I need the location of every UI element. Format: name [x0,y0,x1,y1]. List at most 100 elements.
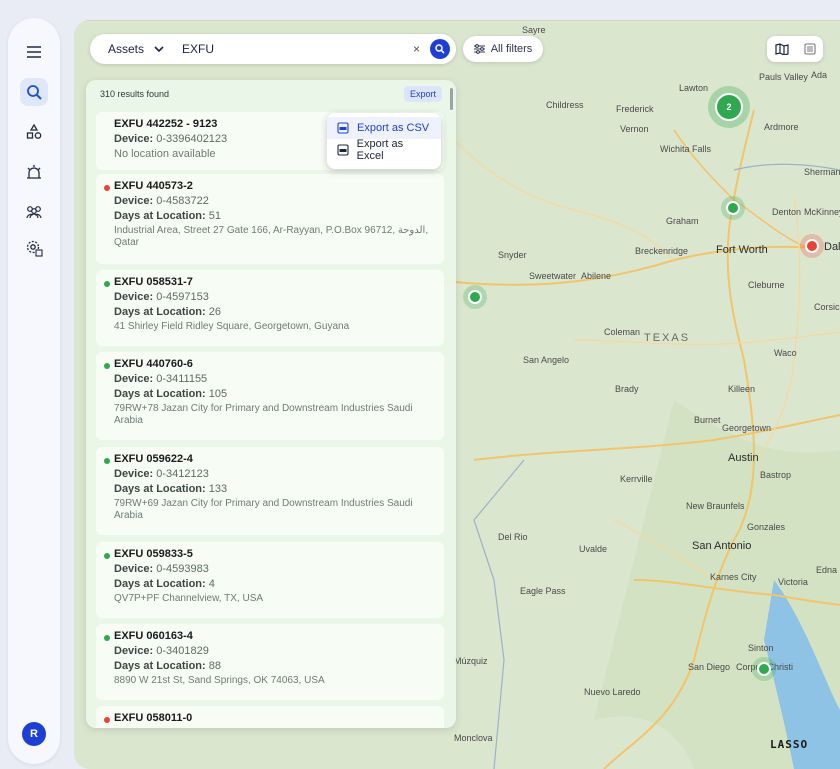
status-dot [104,553,110,559]
map-label: San Diego [688,662,731,672]
view-toggle [767,36,823,62]
asset-id: EXFU 058011-0 [114,712,193,724]
left-nav-rail: R [8,18,60,764]
map-label: Dallas [824,241,840,253]
map-marker[interactable] [726,201,740,215]
menu-icon[interactable] [20,38,48,66]
days-line: Days at Location: 133 [114,483,228,495]
map-label: Sinton [748,643,774,653]
filter-icon [473,44,485,54]
users-icon[interactable] [20,198,48,226]
map-marker[interactable] [468,290,482,304]
settings-icon[interactable] [20,234,48,262]
status-dot [104,363,110,369]
map-label: Pauls Valley [759,72,808,82]
map-label: Graham [666,216,699,226]
asset-address: Industrial Area, Street 27 Gate 166, Ar-… [114,225,429,248]
lasso-logo: LASSO [770,738,809,751]
result-card[interactable]: EXFU 059833-5 Device: 0-4593983 Days at … [96,542,444,618]
export-excel-label: Export as Excel [356,138,404,162]
all-filters-label: All filters [490,43,533,55]
map-marker[interactable] [805,239,819,253]
map-label: Uvalde [579,544,608,554]
map-label: Bastrop [760,470,792,480]
scrollbar[interactable] [450,88,453,110]
map-label: TEXAS [644,332,691,344]
chevron-down-icon [154,46,164,52]
map-label: Austin [728,452,759,464]
export-csv-option[interactable]: Export as CSV [327,117,441,139]
export-excel-option[interactable]: Export as Excel [327,138,441,162]
map-marker[interactable] [757,662,771,676]
map-label: Denton [772,207,802,217]
result-card[interactable]: EXFU 058531-7 Device: 0-4597153 Days at … [96,270,444,346]
asset-address: 8890 W 21st St, Sand Springs, OK 74063, … [114,675,325,686]
days-line: Days at Location: 51 [114,210,221,222]
map-label: Georgetown [722,423,772,433]
result-card[interactable]: EXFU 440573-2 Device: 0-4583722 Days at … [96,174,444,264]
map-label: Brady [615,384,639,394]
map-label: Lawton [679,83,709,93]
asset-address: 79RW+78 Jazan City for Primary and Downs… [114,403,413,426]
status-dot [104,281,110,287]
user-avatar[interactable]: R [22,722,46,746]
result-card[interactable]: EXFU 059622-4 Device: 0-3412123 Days at … [96,447,444,535]
alarm-icon[interactable] [20,158,48,186]
map-label: Kerrville [620,474,653,484]
map-label: Frederick [616,104,654,114]
search-icon [435,44,445,54]
days-line: Days at Location: 105 [114,388,228,400]
device-line: Device: 0-4593983 [114,563,209,575]
results-panel: 310 results found Export EXFU 442252 - 9… [86,80,456,728]
asset-id: EXFU 059622-4 [114,453,193,465]
scope-select[interactable]: Assets [108,42,164,56]
shapes-icon[interactable] [20,118,48,146]
all-filters-button[interactable]: All filters [463,36,543,62]
search-input[interactable]: EXFU [182,42,413,56]
asset-search-icon[interactable] [20,78,48,106]
scope-label: Assets [108,42,145,56]
map-label: Eagle Pass [520,586,566,596]
map-view-icon[interactable] [774,43,789,55]
asset-address: QV7P+PF Channelview, TX, USA [114,593,264,604]
status-dot [104,635,110,641]
map-label: Monclova [454,733,493,743]
days-line: Days at Location: 26 [114,306,221,318]
map-label: Childress [546,100,584,110]
map-label: Waco [774,348,797,358]
map-label: Karnes City [710,572,757,582]
asset-id: EXFU 059833-5 [114,548,193,560]
status-dot [104,185,110,191]
device-line: Device: 0-3411155 [114,373,208,385]
map-label: San Angelo [523,355,570,365]
result-card[interactable]: EXFU 060163-4 Device: 0-3401829 Days at … [96,624,444,700]
asset-address: 41 Shirley Field Ridley Square, Georgeto… [114,321,350,332]
map-label: Cleburne [748,280,785,290]
device-line: Device: 0-3412123 [114,468,209,480]
asset-id: EXFU 060163-4 [114,630,193,642]
list-view-icon[interactable] [803,43,816,55]
results-header: 310 results found Export [86,80,456,108]
search-bar: Assets EXFU × [90,34,456,64]
map-label: Snyder [498,250,527,260]
device-line: Device: 0-4583722 [114,195,209,207]
result-card[interactable]: EXFU 058011-0 [96,706,444,728]
cluster-count: 2 [715,93,743,121]
map-label: Sayre [522,25,546,35]
map-label: San Antonio [692,540,752,552]
map-label: Vernon [620,124,649,134]
map-label: Breckenridge [635,246,689,256]
map-label: Fort Worth [716,244,768,256]
result-card[interactable]: EXFU 440760-6 Device: 0-3411155 Days at … [96,352,444,440]
map-cluster[interactable]: 2 [708,86,750,128]
days-line: Days at Location: 88 [114,660,221,672]
status-dot [104,458,110,464]
search-button[interactable] [430,39,450,59]
asset-id: EXFU 058531-7 [114,276,193,288]
results-count: 310 results found [100,89,170,99]
clear-icon[interactable]: × [413,42,420,56]
map-label: Victoria [778,577,808,587]
status-dot [104,717,110,723]
map-label: Sherman [804,167,840,177]
export-button[interactable]: Export [403,86,442,102]
